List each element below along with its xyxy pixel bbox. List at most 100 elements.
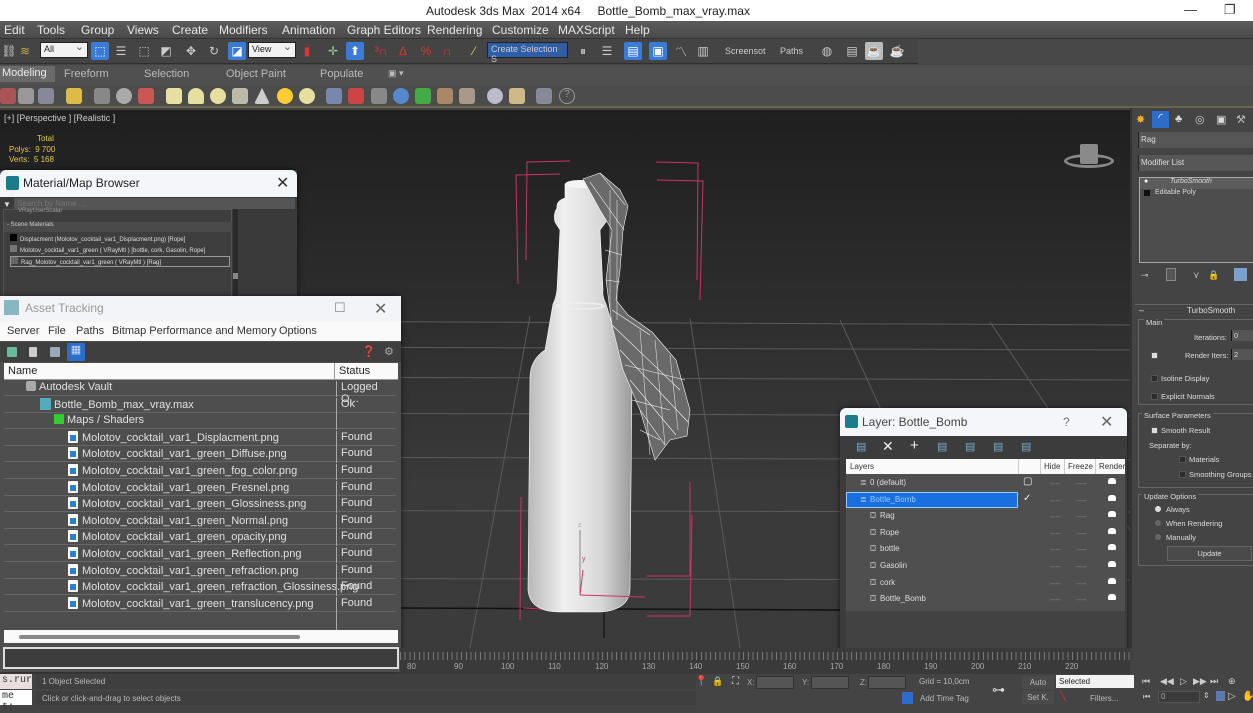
layer-object-row[interactable]: ⛋ bottle ---- ---- — [850, 541, 1122, 557]
viewport-label[interactable]: [+] [Perspective ] [Realistic ] — [4, 113, 115, 123]
list-view-icon[interactable] — [29, 347, 37, 357]
named-selection-sets-dropdown[interactable]: Create Selection S — [487, 40, 568, 64]
menu-maxscript[interactable]: MAXScript — [558, 23, 615, 37]
material-editor-icon[interactable]: ◍ — [818, 42, 836, 60]
orbit-icon[interactable]: ▷ — [1228, 691, 1236, 702]
configure-sets-icon[interactable] — [1234, 268, 1247, 281]
freeze-toggle[interactable]: ---- — [1076, 545, 1087, 554]
layer-object-row[interactable]: ⛋ Gasolin ---- ---- — [850, 558, 1122, 574]
stack-item-editable-poly[interactable]: Editable Poly — [1140, 189, 1253, 200]
sun-icon[interactable] — [277, 88, 293, 104]
asset-row[interactable]: Bottle_Bomb_max_vray.max Ok — [4, 397, 396, 414]
camera-icon[interactable] — [94, 88, 110, 104]
percent-snap-icon[interactable]: % — [417, 42, 435, 60]
menu-customize[interactable]: Customize — [492, 23, 549, 37]
menu-animation[interactable]: Animation — [282, 23, 335, 37]
layer-object-row[interactable]: ⛋ Rope ---- ---- — [850, 525, 1122, 541]
asset-row[interactable]: Molotov_cocktail_var1_green_Glossiness.p… — [4, 496, 396, 514]
smoothing-groups-checkbox[interactable]: Smoothing Groups — [1179, 470, 1252, 479]
current-frame-field[interactable]: 0 — [1158, 691, 1200, 703]
add-time-tag[interactable]: Add Time Tag — [920, 694, 969, 703]
freeze-toggle[interactable]: ---- — [1076, 529, 1087, 538]
grid-icon[interactable] — [38, 88, 54, 104]
minimize-button[interactable]: — — [1184, 2, 1197, 17]
shell-icon[interactable] — [459, 88, 475, 104]
freeze-toggle[interactable]: ---- — [1076, 496, 1087, 505]
material-sphere-icon[interactable] — [487, 88, 503, 104]
motion-tab-icon[interactable]: ◎ — [1195, 113, 1205, 126]
asset-row[interactable]: Molotov_cocktail_var1_green_refraction_G… — [4, 579, 396, 597]
menu-group[interactable]: Group — [81, 23, 114, 37]
absolute-mode-icon[interactable]: ⛶ — [732, 676, 739, 687]
hide-toggle[interactable]: ---- — [1050, 529, 1061, 538]
viewcube[interactable] — [1064, 144, 1114, 170]
ribbon-options-icon[interactable]: ▣ ▾ — [388, 68, 404, 79]
make-unique-icon[interactable]: ⋎ — [1193, 270, 1200, 281]
set-key-icon[interactable]: ⊶ — [992, 682, 1005, 698]
select-by-name-icon[interactable]: ☰ — [112, 42, 130, 60]
restore-button[interactable]: ❐ — [1224, 2, 1236, 18]
angle-snap-icon[interactable]: ∆ — [394, 42, 412, 60]
freeze-toggle[interactable]: ---- — [1076, 579, 1087, 588]
mirror-icon[interactable]: ⏸ — [574, 42, 592, 60]
render-teapot-icon[interactable] — [1108, 494, 1116, 501]
update-always-radio[interactable]: Always — [1155, 505, 1190, 514]
close-icon[interactable]: ✕ — [276, 173, 289, 193]
render-teapot-icon[interactable] — [1108, 544, 1116, 551]
object-name-field[interactable]: Rag — [1138, 132, 1253, 148]
material-item[interactable]: Displacment (Molotov_cocktail_var1_Displ… — [10, 234, 230, 244]
material-item[interactable]: Molotov_cocktail_var1_green ( VRayMtl ) … — [10, 245, 230, 255]
new-layer-icon[interactable]: ▤ — [856, 440, 866, 453]
hide-toggle[interactable]: ---- — [1050, 545, 1061, 554]
menu-rendering[interactable]: Rendering — [427, 23, 482, 37]
pan-icon[interactable]: ✋ — [1242, 691, 1253, 702]
show-end-result-icon[interactable] — [1166, 268, 1176, 281]
align-icon[interactable]: ☰ — [598, 42, 616, 60]
menu-edit[interactable]: Edit — [4, 23, 25, 37]
bone-icon[interactable] — [348, 88, 364, 104]
scale-icon[interactable]: ◪ — [228, 42, 246, 60]
settings-icon[interactable]: ⚙ — [384, 345, 394, 358]
rectangular-selection-icon[interactable]: ⬚ — [135, 42, 153, 60]
menu-create[interactable]: Create — [172, 23, 208, 37]
column-name[interactable]: Name — [8, 365, 37, 377]
close-icon[interactable]: ✕ — [1100, 412, 1113, 432]
tab-selection[interactable]: Selection — [144, 68, 189, 80]
menu-options[interactable]: Options — [279, 325, 317, 337]
light-sphere-icon[interactable] — [299, 88, 315, 104]
toggle-ribbon-icon[interactable]: ▣ — [649, 42, 667, 60]
menu-paths[interactable]: Paths — [76, 325, 104, 337]
teapot-icon[interactable] — [232, 88, 248, 104]
key-mode-toggle-icon[interactable]: ⏮ — [1143, 692, 1150, 702]
horizontal-scrollbar[interactable] — [4, 630, 398, 643]
list-icon[interactable] — [18, 88, 34, 104]
tab-freeform[interactable]: Freeform — [64, 68, 109, 80]
hide-toggle[interactable]: ---- — [1050, 496, 1061, 505]
reference-coordinate-dropdown[interactable]: View — [248, 40, 296, 58]
update-button[interactable]: Update — [1167, 546, 1252, 561]
smooth-result-checkbox[interactable]: Smooth Result — [1151, 426, 1210, 435]
menu-help[interactable]: Help — [625, 23, 650, 37]
render-teapot-icon[interactable] — [1108, 478, 1116, 484]
asset-row[interactable]: Molotov_cocktail_var1_green_Normal.png Fo… — [4, 513, 396, 530]
previous-frame-icon[interactable]: ◀◀ — [1160, 676, 1174, 687]
hide-toggle[interactable]: ---- — [1050, 479, 1061, 488]
hide-all-icon[interactable]: ▤ — [993, 440, 1003, 453]
layer-row[interactable]: ≣ 0 (default) ▢ ---- ---- — [850, 475, 1122, 491]
curve-editor-icon[interactable]: 〽 — [672, 42, 690, 60]
light-icon[interactable] — [66, 88, 82, 104]
schematic-view-icon[interactable]: ▥ — [694, 42, 712, 60]
render-teapot-icon[interactable] — [1108, 577, 1116, 584]
tab-populate[interactable]: Populate — [320, 68, 363, 80]
render-iters-spinner[interactable]: 2 — [1231, 349, 1253, 360]
box-icon[interactable] — [166, 88, 182, 104]
asset-row[interactable]: Autodesk Vault Logged O... — [4, 380, 396, 405]
time-slider-track[interactable]: 80 90 100 110 120 130 140 150 160 170 180 190 200 210… — [400, 648, 1130, 674]
layer-row[interactable]: ≣ Bottle_Bomb ✓ ---- ---- — [846, 491, 1122, 508]
camera-target-icon[interactable] — [138, 88, 154, 104]
column-status[interactable]: Status — [334, 363, 374, 380]
rollout-collapse-icon[interactable]: – — [1139, 305, 1144, 315]
freeze-toggle[interactable]: ---- — [1076, 479, 1087, 488]
light-bulb-icon[interactable]: ● — [1144, 178, 1148, 185]
frame-spinner[interactable]: ⇕ — [1203, 691, 1210, 700]
